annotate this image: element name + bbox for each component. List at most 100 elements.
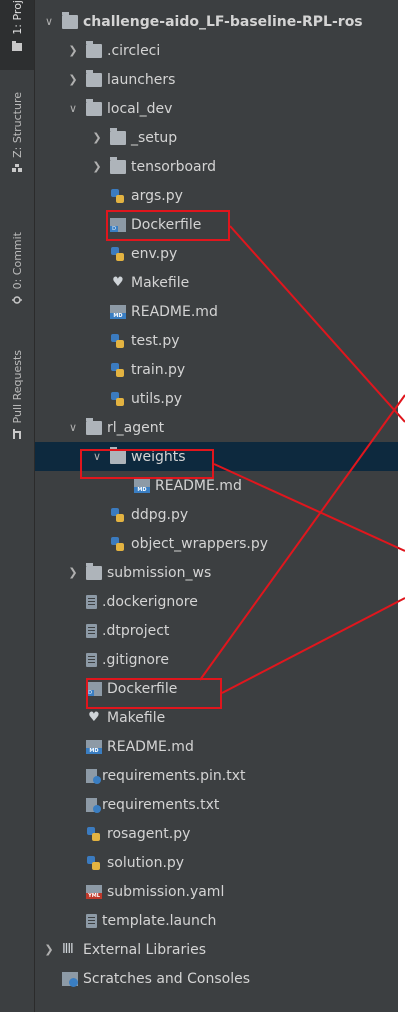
structure-tool-tab[interactable]: Z: Structure xyxy=(0,92,34,202)
tree-item-label: object_wrappers.py xyxy=(131,535,268,552)
tree-folder-row[interactable]: ∨ challenge-aido_LF-baseline-RPL-ros xyxy=(35,7,398,36)
tree-file-row[interactable]: ♥ Makefile xyxy=(35,268,398,297)
tree-item-label: README.md xyxy=(107,738,194,755)
tree-file-row[interactable]: YML submission.yaml xyxy=(35,877,398,906)
tree-item-label: README.md xyxy=(131,303,218,320)
yaml-file-icon: YML xyxy=(86,884,102,899)
project-tool-tab[interactable]: 1: Proj xyxy=(0,0,34,70)
commit-tool-label: 0: Commit xyxy=(10,232,24,290)
text-file-icon xyxy=(86,594,97,609)
tree-file-row[interactable]: MD README.md xyxy=(35,732,398,761)
structure-tool-label: Z: Structure xyxy=(10,92,24,158)
tree-file-row[interactable]: .dtproject xyxy=(35,616,398,645)
tree-file-row[interactable]: requirements.pin.txt xyxy=(35,761,398,790)
tree-item-label: submission.yaml xyxy=(107,883,225,900)
text-file-icon xyxy=(86,652,97,667)
tree-item-label: submission_ws xyxy=(107,564,212,581)
tree-item-label: local_dev xyxy=(107,100,173,117)
tree-file-row[interactable]: .gitignore xyxy=(35,645,398,674)
tree-folder-row[interactable]: ❯ tensorboard xyxy=(35,152,398,181)
makefile-icon: ♥ xyxy=(112,274,124,290)
tree-item-label: .dockerignore xyxy=(102,593,198,610)
tree-item-label: tensorboard xyxy=(131,158,217,175)
pull-requests-tool-tab[interactable]: Pull Requests xyxy=(0,350,34,470)
chevron-down-icon[interactable]: ∨ xyxy=(42,15,56,28)
python-file-icon xyxy=(110,391,126,406)
tree-file-row[interactable]: ddpg.py xyxy=(35,500,398,529)
chevron-right-icon[interactable]: ❯ xyxy=(90,160,104,173)
tree-item-label: rosagent.py xyxy=(107,825,191,842)
chevron-right-icon[interactable]: ❯ xyxy=(66,566,80,579)
tree-folder-row[interactable]: ❯ launchers xyxy=(35,65,398,94)
chevron-right-icon[interactable]: ❯ xyxy=(42,943,56,956)
folder-icon xyxy=(110,127,126,145)
tree-item-label: requirements.pin.txt xyxy=(102,767,246,784)
project-tree-panel: ∨ challenge-aido_LF-baseline-RPL-ros ❯ .cir… xyxy=(35,0,398,1012)
python-file-icon xyxy=(86,855,102,870)
tree-file-row[interactable]: ♥ Makefile xyxy=(35,703,398,732)
chevron-right-icon[interactable]: ❯ xyxy=(90,131,104,144)
tree-file-row[interactable]: requirements.txt xyxy=(35,790,398,819)
pull-requests-tool-label: Pull Requests xyxy=(10,350,24,424)
tree-item-label: launchers xyxy=(107,71,176,88)
tree-item-label: rl_agent xyxy=(107,419,165,436)
python-file-icon xyxy=(110,333,126,348)
folder-icon xyxy=(86,562,102,580)
makefile-icon: ♥ xyxy=(88,709,100,725)
chevron-right-icon[interactable]: ❯ xyxy=(66,73,80,86)
tree-folder-row[interactable]: ∨ weights xyxy=(35,442,398,471)
dockerfile-icon: D xyxy=(86,681,102,696)
commit-tool-tab[interactable]: 0: Commit xyxy=(0,232,34,327)
tree-item-label: ddpg.py xyxy=(131,506,189,523)
tree-file-row[interactable]: .dockerignore xyxy=(35,587,398,616)
chevron-down-icon[interactable]: ∨ xyxy=(66,102,80,115)
tree-file-row[interactable]: D Dockerfile xyxy=(35,674,398,703)
tree-item-label: External Libraries xyxy=(83,941,206,958)
tree-item-label: test.py xyxy=(131,332,180,349)
tree-item-label: Scratches and Consoles xyxy=(83,970,250,987)
python-file-icon xyxy=(86,826,102,841)
python-file-icon xyxy=(110,188,126,203)
tree-file-row[interactable]: D Dockerfile xyxy=(35,210,398,239)
tree-item-label: .dtproject xyxy=(102,622,170,639)
tree-file-row[interactable]: object_wrappers.py xyxy=(35,529,398,558)
tree-folder-row[interactable]: ❯ submission_ws xyxy=(35,558,398,587)
folder-icon xyxy=(86,69,102,87)
tree-folder-row[interactable]: ∨ local_dev xyxy=(35,94,398,123)
tree-item-label: solution.py xyxy=(107,854,185,871)
requirements-file-icon xyxy=(86,768,101,784)
python-file-icon xyxy=(110,507,126,522)
tree-folder-row[interactable]: ∨ rl_agent xyxy=(35,413,398,442)
markdown-file-icon: MD xyxy=(110,304,126,319)
tree-file-row[interactable]: MD README.md xyxy=(35,471,398,500)
tree-file-row[interactable]: MD README.md xyxy=(35,297,398,326)
markdown-file-icon: MD xyxy=(86,739,102,754)
tree-file-row[interactable]: test.py xyxy=(35,326,398,355)
tree-file-row[interactable]: rosagent.py xyxy=(35,819,398,848)
tree-file-row[interactable]: env.py xyxy=(35,239,398,268)
pull-request-icon xyxy=(13,429,21,440)
tree-folder-row[interactable]: ❯ ⅡⅡ External Libraries xyxy=(35,935,398,964)
tree-item-label: challenge-aido_LF-baseline-RPL-ros xyxy=(83,13,363,30)
tree-item-label: weights xyxy=(131,448,186,465)
tree-folder-row[interactable]: ❯ .circleci xyxy=(35,36,398,65)
scratches-icon xyxy=(62,971,78,987)
tree-item-label: Dockerfile xyxy=(131,216,202,233)
tree-item-label: train.py xyxy=(131,361,186,378)
tree-file-row[interactable]: args.py xyxy=(35,181,398,210)
chevron-right-icon[interactable]: ❯ xyxy=(66,44,80,57)
folder-icon xyxy=(86,98,102,116)
folder-icon xyxy=(62,11,78,29)
tree-folder-row[interactable]: ❯ _setup xyxy=(35,123,398,152)
tree-file-row[interactable]: utils.py xyxy=(35,384,398,413)
chevron-down-icon[interactable]: ∨ xyxy=(66,421,80,434)
tree-item-label: .gitignore xyxy=(102,651,169,668)
tree-file-row[interactable]: train.py xyxy=(35,355,398,384)
libraries-icon: ⅡⅡ xyxy=(62,941,74,957)
tree-file-row[interactable]: solution.py xyxy=(35,848,398,877)
tree-item-label: _setup xyxy=(131,129,178,146)
tree-item-label: template.launch xyxy=(102,912,217,929)
tree-file-row[interactable]: Scratches and Consoles xyxy=(35,964,398,993)
tree-file-row[interactable]: template.launch xyxy=(35,906,398,935)
chevron-down-icon[interactable]: ∨ xyxy=(90,450,104,463)
